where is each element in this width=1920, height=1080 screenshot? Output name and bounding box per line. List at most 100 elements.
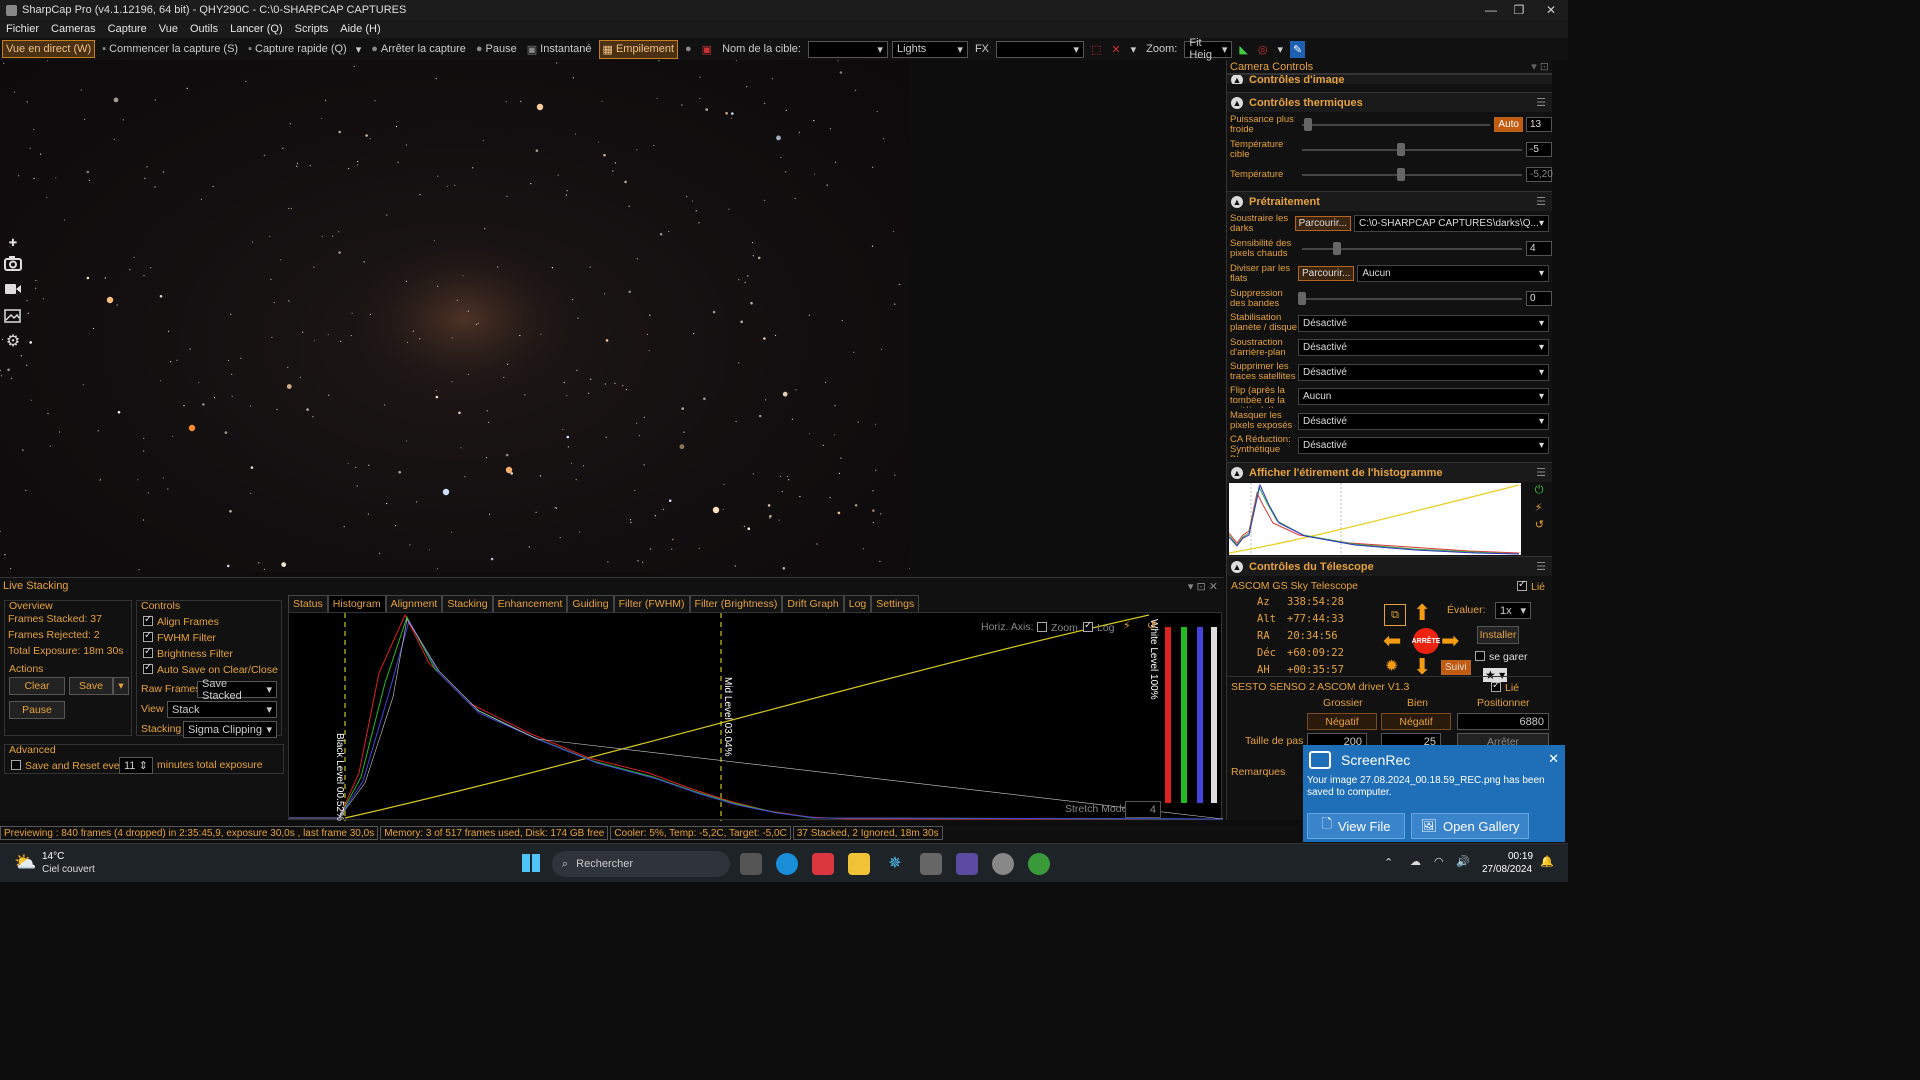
menu-fichier[interactable]: Fichier	[0, 23, 45, 35]
arrow-left-icon[interactable]: ⬅	[1383, 628, 1401, 654]
tab-status[interactable]: Status	[288, 595, 328, 613]
star-app-icon[interactable]: ✵	[884, 853, 906, 875]
stacking-select[interactable]: Sigma Clipping ▾	[183, 721, 277, 738]
gear-icon[interactable]: ⚙	[0, 328, 26, 354]
volume-icon[interactable]: 🔊	[1456, 855, 1470, 868]
search-box[interactable]: ⌕ Rechercher	[552, 851, 730, 877]
clear-button[interactable]: Clear	[9, 677, 65, 695]
stop-capture-button[interactable]: ● Arrêter la capture	[368, 41, 469, 57]
tab-filter-brightness[interactable]: Filter (Brightness)	[689, 595, 783, 613]
park-checkbox[interactable]: se garer	[1475, 650, 1528, 663]
align-frames-checkbox[interactable]: Align Frames	[143, 614, 219, 628]
checkbox-box[interactable]	[143, 614, 153, 626]
tray-chevron-icon[interactable]: ⌃	[1384, 856, 1393, 869]
blue-level-bar[interactable]	[1197, 627, 1203, 803]
arrow-right-icon[interactable]: ➡	[1441, 628, 1459, 654]
pause-button[interactable]: ● Pause	[473, 41, 520, 57]
zoom-checkbox[interactable]: Zoom	[1037, 621, 1078, 634]
fx-select[interactable]: ▾	[996, 40, 1085, 58]
darks-select[interactable]: C:\0-SHARPCAP CAPTURES\darks\Q... ▾	[1353, 215, 1549, 232]
file-explorer-icon[interactable]	[848, 853, 870, 875]
windows-start-icon[interactable]	[522, 854, 540, 872]
park-checkbox-box[interactable]	[1475, 651, 1485, 661]
flip-select[interactable]: Aucun ▾	[1298, 388, 1549, 406]
menu-lancer[interactable]: Lancer (Q)	[224, 23, 289, 35]
green-level-bar[interactable]	[1181, 627, 1187, 803]
app-icon-1[interactable]	[920, 853, 942, 875]
menu-capture[interactable]: Capture	[102, 23, 153, 35]
stretch-mode-input[interactable]: 4	[1125, 801, 1161, 818]
coarse-negative-button[interactable]: Négatif	[1307, 713, 1377, 730]
fine-negative-button[interactable]: Négatif	[1381, 713, 1451, 730]
frame-type-select[interactable]: Lights ▾	[891, 40, 968, 58]
edge-icon[interactable]	[776, 853, 798, 875]
goto-icon[interactable]: ⧉	[1384, 604, 1406, 626]
focuser-linked-checkbox[interactable]: Lié	[1491, 680, 1519, 694]
checkbox-box[interactable]	[11, 760, 21, 770]
menu-aide[interactable]: Aide (H)	[334, 23, 386, 35]
histogram-icon[interactable]: ◣	[1236, 41, 1250, 58]
chevron-down-icon[interactable]: ▾	[356, 43, 362, 56]
rate-select[interactable]: 1x ▾	[1495, 602, 1531, 619]
background-select[interactable]: Désactivé ▾	[1298, 339, 1549, 357]
red-level-bar[interactable]	[1165, 627, 1171, 803]
start-capture-button[interactable]: ▪ Commencer la capture (S)	[99, 41, 241, 57]
raw-frames-select[interactable]: Save Stacked ▾	[197, 678, 277, 702]
app-icon-3[interactable]	[992, 853, 1014, 875]
browse-darks-button[interactable]: Parcourir...	[1294, 216, 1351, 231]
close-icon[interactable]: ✕	[1548, 751, 1559, 767]
pin-icon[interactable]: ✚	[0, 236, 26, 250]
view-select[interactable]: Stack ▾	[167, 701, 277, 718]
wifi-icon[interactable]: ◠	[1434, 855, 1444, 868]
section-preprocessing[interactable]: ▲ Prétraitement ☰	[1227, 191, 1552, 211]
menu-icon[interactable]: ☰	[1536, 195, 1546, 208]
stack-histogram[interactable]: Black Level 00.52% Mid Level 03.04% Whit…	[288, 612, 1224, 821]
hot-pixel-value[interactable]: 4	[1526, 241, 1552, 256]
view-file-button[interactable]: 🗋 View File	[1307, 813, 1405, 839]
tab-log[interactable]: Log	[843, 595, 872, 613]
open-gallery-button[interactable]: 🖼 Open Gallery	[1411, 813, 1529, 839]
hot-pixel-slider[interactable]	[1302, 241, 1522, 255]
reset-icon[interactable]: ↺	[1535, 518, 1544, 531]
menu-outils[interactable]: Outils	[184, 23, 224, 35]
fwhm-filter-checkbox[interactable]: FWHM Filter	[143, 630, 216, 644]
tracking-button[interactable]: Suivi	[1441, 660, 1471, 675]
browse-flats-button[interactable]: Parcourir...	[1298, 266, 1355, 281]
clock-time[interactable]: 00:19	[1508, 851, 1533, 862]
banding-slider[interactable]	[1298, 291, 1522, 305]
minimize-icon[interactable]: —	[1476, 0, 1506, 20]
gallery-icon[interactable]	[0, 302, 26, 328]
panel-menu-icon[interactable]: ▾ ⊡	[1531, 60, 1549, 73]
menu-cameras[interactable]: Cameras	[45, 23, 102, 35]
checkbox-box[interactable]	[143, 646, 153, 658]
checkbox-box[interactable]	[143, 662, 153, 674]
banding-value[interactable]: 0	[1526, 291, 1552, 306]
checkbox-box[interactable]	[1083, 620, 1093, 632]
app-icon-2[interactable]	[956, 853, 978, 875]
menu-icon[interactable]: ☰	[1536, 466, 1546, 479]
arrow-up-icon[interactable]: ⬆	[1413, 600, 1431, 626]
vivaldi-icon[interactable]	[812, 853, 834, 875]
position-input[interactable]: 6880	[1457, 713, 1549, 730]
checkbox-box[interactable]	[143, 630, 153, 642]
panel-controls-icon[interactable]: ▾ ⊡ ✕	[1188, 580, 1218, 593]
stop-slew-button[interactable]: ARRÊTE	[1412, 628, 1440, 654]
slider-knob[interactable]	[1333, 241, 1342, 255]
stabilization-select[interactable]: Désactivé ▾	[1298, 314, 1549, 332]
auto-button[interactable]: Auto	[1494, 117, 1523, 132]
install-button[interactable]: Installer	[1477, 626, 1519, 644]
log-checkbox[interactable]: Log	[1083, 620, 1115, 634]
linked-checkbox-box[interactable]	[1491, 680, 1501, 692]
live-view-button[interactable]: Vue en direct (W)	[2, 40, 96, 58]
slider-knob[interactable]	[1397, 142, 1405, 156]
slider-knob[interactable]	[1298, 291, 1306, 305]
image-viewport[interactable]	[0, 59, 911, 572]
notification-bell-icon[interactable]: 🔔	[1540, 855, 1554, 868]
tab-filter-fwhm[interactable]: Filter (FWHM)	[613, 595, 690, 613]
section-thermal[interactable]: ▲ Contrôles thermiques ☰	[1227, 92, 1552, 112]
save-reset-minutes-input[interactable]: 11 ⇕	[119, 757, 153, 774]
ca-select[interactable]: Désactivé ▾	[1298, 437, 1549, 455]
menu-vue[interactable]: Vue	[153, 23, 184, 35]
save-button[interactable]: Save	[69, 677, 113, 695]
tab-settings[interactable]: Settings	[871, 595, 920, 613]
